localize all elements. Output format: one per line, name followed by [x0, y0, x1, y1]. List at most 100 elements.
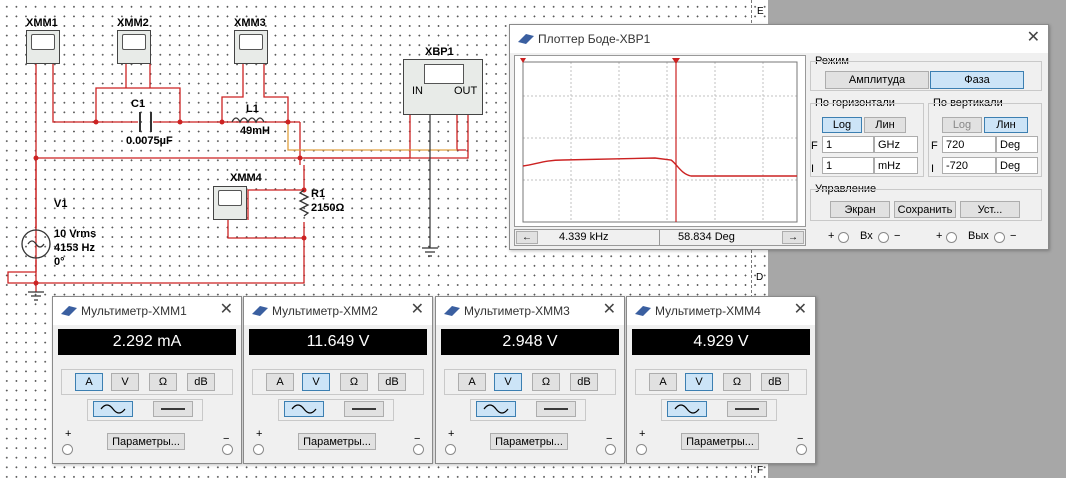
mode-ohm-button[interactable]: Ω — [149, 373, 177, 391]
save-button[interactable]: Сохранить — [894, 201, 956, 218]
multimeter-titlebar[interactable]: Мультиметр-XMM3 ✕ — [436, 297, 624, 325]
ac-mode-button[interactable] — [93, 401, 133, 417]
mode-volt-button[interactable]: V — [494, 373, 522, 391]
vertical-log-button[interactable]: Log — [942, 117, 982, 133]
close-icon[interactable]: ✕ — [603, 302, 616, 318]
sheet-marker-f: F — [757, 465, 764, 476]
plus-terminal[interactable] — [636, 444, 647, 455]
mode-db-button[interactable]: dB — [187, 373, 215, 391]
multimeter-reading: 2.292 mA — [58, 329, 236, 355]
amplitude-button[interactable]: Амплитуда — [825, 71, 929, 89]
dc-line-icon — [352, 408, 376, 410]
mode-ampere-button[interactable]: A — [75, 373, 103, 391]
mode-db-button[interactable]: dB — [761, 373, 789, 391]
dc-mode-button[interactable] — [727, 401, 767, 417]
parameters-button[interactable]: Параметры... — [490, 433, 568, 450]
mode-ampere-button[interactable]: A — [649, 373, 677, 391]
multimeter-titlebar[interactable]: Мультиметр-XMM2 ✕ — [244, 297, 432, 325]
vertical-final-unit[interactable]: Deg — [996, 136, 1038, 153]
cursor-handle[interactable] — [672, 58, 680, 64]
multimeter-title: Мультиметр-XMM4 — [655, 304, 761, 318]
v1-voltage: 10 Vrms — [54, 228, 97, 240]
vertical-initial-value[interactable]: -720 — [942, 157, 996, 174]
settings-button[interactable]: Уст... — [960, 201, 1020, 218]
out-plus-terminal[interactable] — [946, 232, 957, 243]
ac-wave-icon — [483, 404, 509, 414]
xmm2-instrument-icon[interactable] — [117, 30, 151, 64]
close-icon[interactable]: ✕ — [220, 302, 233, 318]
mode-volt-button[interactable]: V — [302, 373, 330, 391]
cursor-right-button[interactable]: → — [782, 231, 804, 244]
minus-terminal[interactable] — [605, 444, 616, 455]
multimeter-reading: 11.649 V — [249, 329, 427, 355]
multimeter-window-xmm1[interactable]: Мультиметр-XMM1 ✕ 2.292 mA A V Ω dB + Па… — [52, 296, 242, 464]
parameters-button[interactable]: Параметры... — [681, 433, 759, 450]
mode-ohm-button[interactable]: Ω — [532, 373, 560, 391]
mode-ampere-button[interactable]: A — [266, 373, 294, 391]
vertical-final-value[interactable]: 720 — [942, 136, 996, 153]
horizontal-initial-unit[interactable]: mHz — [874, 157, 918, 174]
mode-ohm-button[interactable]: Ω — [723, 373, 751, 391]
l1-value: 49mH — [240, 125, 270, 137]
plus-terminal-label: + — [448, 428, 455, 440]
bode-plotter-window[interactable]: Плоттер Боде-XBP1 ✕ ← 4.339 kHz 58.834 D… — [509, 24, 1049, 250]
close-icon[interactable]: ✕ — [794, 302, 807, 318]
ac-mode-button[interactable] — [667, 401, 707, 417]
parameters-button[interactable]: Параметры... — [107, 433, 185, 450]
plus-terminal[interactable] — [445, 444, 456, 455]
out-label: Вых — [968, 230, 989, 242]
bode-titlebar[interactable]: Плоттер Боде-XBP1 ✕ — [510, 25, 1048, 53]
multimeter-window-xmm2[interactable]: Мультиметр-XMM2 ✕ 11.649 V A V Ω dB + Па… — [243, 296, 433, 464]
vertical-lin-button[interactable]: Лин — [984, 117, 1028, 133]
multimeter-app-icon — [252, 306, 268, 316]
dc-mode-button[interactable] — [344, 401, 384, 417]
in-minus-terminal[interactable] — [878, 232, 889, 243]
xmm3-instrument-icon[interactable] — [234, 30, 268, 64]
minus-terminal[interactable] — [413, 444, 424, 455]
mode-volt-button[interactable]: V — [685, 373, 713, 391]
close-icon[interactable]: ✕ — [1027, 30, 1040, 46]
minus-terminal[interactable] — [796, 444, 807, 455]
multimeter-title: Мультиметр-XMM2 — [272, 304, 378, 318]
ac-mode-button[interactable] — [476, 401, 516, 417]
mode-ohm-button[interactable]: Ω — [340, 373, 368, 391]
dc-mode-button[interactable] — [153, 401, 193, 417]
horizontal-final-unit[interactable]: GHz — [874, 136, 918, 153]
out-plus: + — [936, 230, 943, 242]
ac-mode-button[interactable] — [284, 401, 324, 417]
mode-volt-button[interactable]: V — [111, 373, 139, 391]
xmm3-label: XMM3 — [234, 17, 266, 29]
xmm4-instrument-icon[interactable] — [213, 186, 247, 220]
multimeter-window-xmm4[interactable]: Мультиметр-XMM4 ✕ 4.929 V A V Ω dB + Пар… — [626, 296, 816, 464]
v1-phase: 0° — [54, 256, 65, 268]
parameters-button[interactable]: Параметры... — [298, 433, 376, 450]
vertical-initial-unit[interactable]: Deg — [996, 157, 1038, 174]
xbp1-instrument-icon[interactable]: IN OUT — [403, 59, 483, 115]
multimeter-window-xmm3[interactable]: Мультиметр-XMM3 ✕ 2.948 V A V Ω dB + Пар… — [435, 296, 625, 464]
mode-ampere-button[interactable]: A — [458, 373, 486, 391]
xmm1-instrument-icon[interactable] — [26, 30, 60, 64]
dc-mode-button[interactable] — [536, 401, 576, 417]
minus-terminal[interactable] — [222, 444, 233, 455]
plus-terminal-label: + — [65, 428, 72, 440]
mode-db-button[interactable]: dB — [378, 373, 406, 391]
in-plus-terminal[interactable] — [838, 232, 849, 243]
horizontal-lin-button[interactable]: Лин — [864, 117, 906, 133]
horizontal-final-value[interactable]: 1 — [822, 136, 874, 153]
horizontal-initial-value[interactable]: 1 — [822, 157, 874, 174]
close-icon[interactable]: ✕ — [411, 302, 424, 318]
multimeter-titlebar[interactable]: Мультиметр-XMM1 ✕ — [53, 297, 241, 325]
horizontal-log-button[interactable]: Log — [822, 117, 862, 133]
xmm4-label: XMM4 — [230, 172, 262, 184]
plus-terminal[interactable] — [253, 444, 264, 455]
plus-terminal[interactable] — [62, 444, 73, 455]
phase-button[interactable]: Фаза — [930, 71, 1024, 89]
xmm2-label: XMM2 — [117, 17, 149, 29]
screen-button[interactable]: Экран — [830, 201, 890, 218]
bode-plot-area[interactable] — [514, 55, 806, 227]
multimeter-titlebar[interactable]: Мультиметр-XMM4 ✕ — [627, 297, 815, 325]
mode-db-button[interactable]: dB — [570, 373, 598, 391]
cursor-left-button[interactable]: ← — [516, 231, 538, 244]
out-minus-terminal[interactable] — [994, 232, 1005, 243]
dc-line-icon — [735, 408, 759, 410]
